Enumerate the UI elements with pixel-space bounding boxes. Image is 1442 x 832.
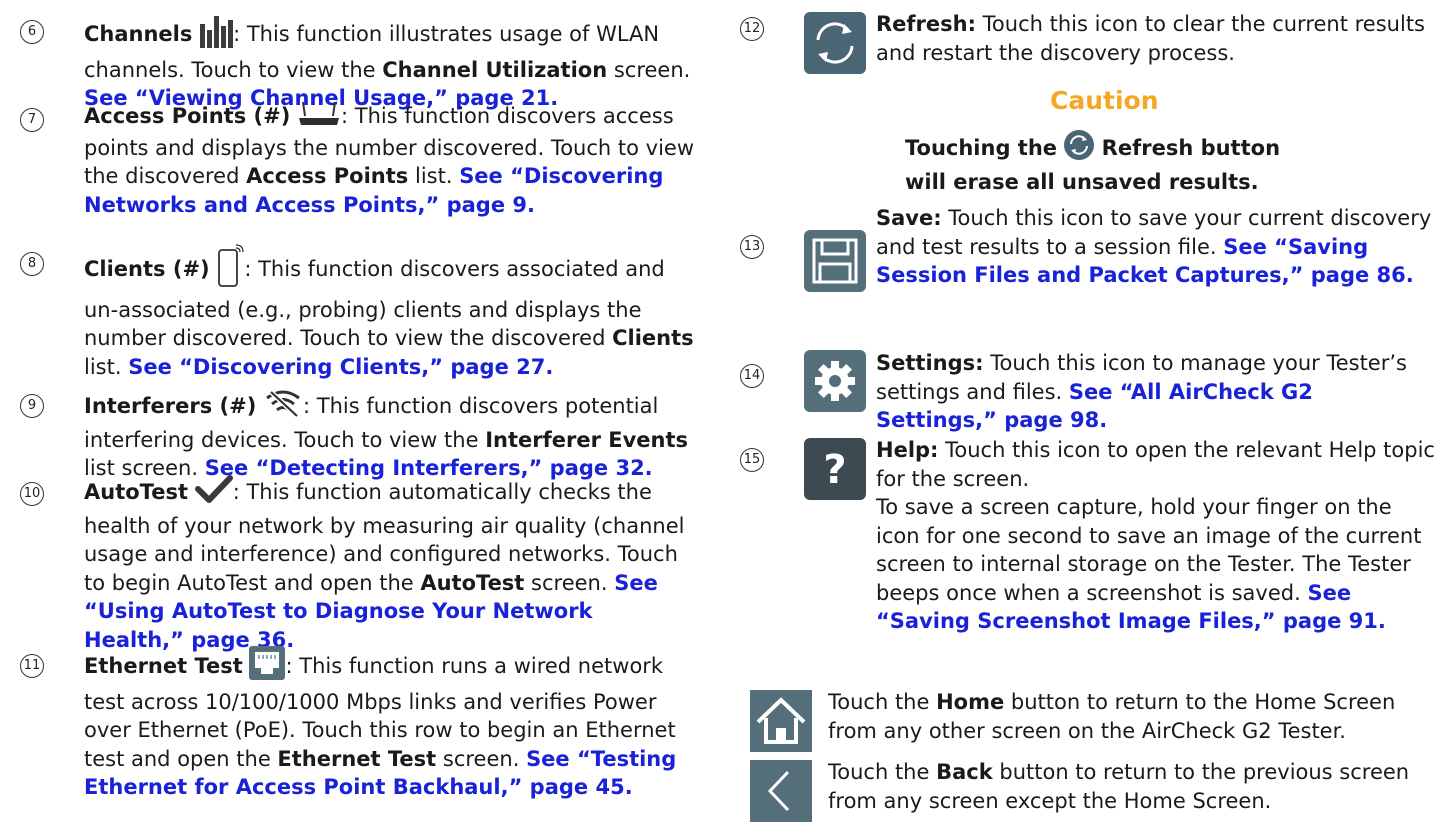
callout-number: 6 bbox=[20, 20, 44, 44]
entry-title: Channels bbox=[84, 21, 193, 46]
callout-number: 15 bbox=[740, 448, 764, 472]
caution-text: Touching the Refresh button will erase a… bbox=[905, 130, 1325, 196]
checkmark-icon bbox=[194, 474, 233, 512]
callout-number: 10 bbox=[20, 482, 44, 506]
entry-refresh: Refresh: Touch this icon to clear the cu… bbox=[876, 12, 1425, 65]
save-icon bbox=[804, 230, 866, 292]
home-button-description: Touch the Home button to return to the H… bbox=[828, 690, 1396, 743]
callout-number: 14 bbox=[740, 364, 764, 388]
phone-icon bbox=[216, 244, 244, 296]
refresh-icon bbox=[1064, 130, 1095, 168]
entry-save: Save: Touch this icon to save your curre… bbox=[876, 206, 1432, 287]
entry-title: Access Points (#) bbox=[84, 103, 291, 128]
callout-number: 12 bbox=[740, 17, 764, 41]
ethernet-port-icon bbox=[249, 646, 286, 688]
callout-number: 11 bbox=[20, 654, 44, 678]
entry-title: Interferers (#) bbox=[84, 393, 257, 418]
callout-number: 9 bbox=[20, 394, 44, 418]
interferer-icon bbox=[263, 388, 303, 426]
refresh-icon bbox=[804, 12, 866, 74]
caution-title: Caution bbox=[1050, 86, 1159, 115]
callout-number: 13 bbox=[740, 235, 764, 259]
home-icon bbox=[750, 690, 812, 752]
entry-settings: Settings: Touch this icon to manage your… bbox=[876, 351, 1407, 432]
entry-help: Help: Touch this icon to open the releva… bbox=[876, 438, 1435, 633]
entry-title: Clients (#) bbox=[84, 256, 210, 281]
entry-title: AutoTest bbox=[84, 479, 188, 504]
callout-number: 8 bbox=[20, 252, 44, 276]
link-discovering-clients[interactable]: See “Discovering Clients,” page 27. bbox=[128, 355, 553, 379]
back-button-description: Touch the Back button to return to the p… bbox=[828, 760, 1410, 813]
gear-icon bbox=[804, 350, 866, 412]
svg-text:?: ? bbox=[823, 447, 846, 493]
entry-title: Ethernet Test bbox=[84, 653, 243, 678]
help-icon: ? bbox=[804, 438, 866, 500]
back-icon bbox=[750, 760, 812, 822]
channels-bars-icon bbox=[199, 14, 234, 56]
callout-number: 7 bbox=[20, 108, 44, 132]
router-icon bbox=[297, 100, 341, 134]
